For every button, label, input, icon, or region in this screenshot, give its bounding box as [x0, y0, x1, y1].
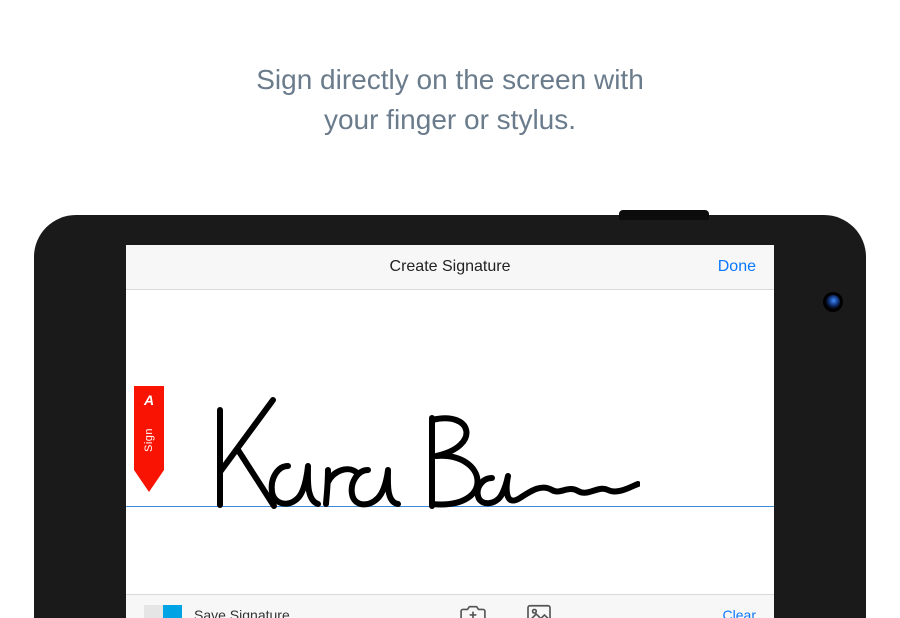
toggle-knob: [163, 605, 182, 618]
title-bar: Create Signature Done: [126, 245, 774, 290]
sign-tag-label: Sign: [143, 425, 155, 455]
promo-line-1: Sign directly on the screen with: [256, 64, 644, 95]
camera-plus-icon[interactable]: [460, 603, 486, 618]
save-signature-toggle[interactable]: [144, 605, 182, 618]
signature-canvas[interactable]: A Sign: [126, 290, 774, 580]
bottom-toolbar: Save Signature: [126, 594, 774, 618]
done-button[interactable]: Done: [718, 258, 756, 276]
acrobat-logo-icon: A: [134, 392, 164, 408]
save-signature-label: Save Signature: [194, 607, 290, 618]
clear-button[interactable]: Clear: [723, 607, 756, 618]
promo-headline: Sign directly on the screen with your fi…: [0, 0, 900, 140]
handwritten-signature: [200, 390, 640, 530]
device-camera: [826, 295, 840, 309]
toolbar-center-icons: [290, 603, 723, 618]
image-icon[interactable]: [526, 603, 552, 618]
sign-here-tag: A Sign: [134, 386, 164, 470]
app-screen: Create Signature Done A Sign: [126, 245, 774, 618]
device-power-button: [619, 210, 709, 220]
device-frame: Create Signature Done A Sign: [34, 215, 866, 618]
promo-line-2: your finger or stylus.: [324, 104, 576, 135]
screen-title: Create Signature: [126, 258, 774, 276]
